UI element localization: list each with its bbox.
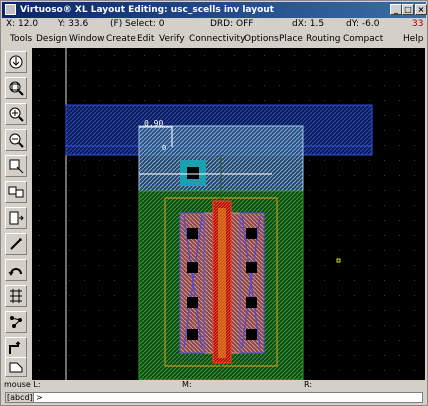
minimize-button[interactable]: _ (390, 4, 402, 15)
window-number: 33 (412, 19, 424, 29)
command-bar: [abcd] > (2, 391, 426, 405)
tool-palette (2, 47, 31, 379)
mouse-bindings-bar: mouse L: M: R: (2, 380, 426, 390)
hierarchy-icon[interactable] (5, 311, 27, 333)
menu-routing[interactable]: Routing (306, 34, 341, 44)
maximize-button[interactable]: □ (402, 4, 414, 15)
menu-window[interactable]: Window (69, 34, 105, 44)
status-bar: X: 12.0 Y: 33.6 (F) Select: 0 DRD: OFF d… (2, 18, 426, 32)
mouse-right-label: R: (304, 380, 313, 389)
status-dy: dY: -6.0 (346, 19, 380, 29)
menu-create[interactable]: Create (106, 34, 136, 44)
layout-canvas[interactable]: 0.90 0 (32, 48, 425, 380)
mouse-middle-label: M: (182, 380, 192, 389)
contact (246, 329, 257, 340)
polygon-icon[interactable] (5, 357, 27, 377)
contact (246, 262, 257, 273)
menu-verify[interactable]: Verify (159, 34, 185, 44)
status-x: X: 12.0 (6, 19, 39, 29)
command-label: [abcd] (5, 392, 35, 403)
status-dx: dX: 1.5 (292, 19, 325, 29)
menu-place[interactable]: Place (279, 34, 303, 44)
mouse-left-label: mouse L: (4, 380, 41, 389)
zoom-fit-icon[interactable] (5, 77, 27, 99)
menu-edit[interactable]: Edit (137, 34, 154, 44)
title-bar: Virtuoso® XL Layout Editing: usc_scells … (2, 2, 427, 18)
contact (246, 228, 257, 239)
copy-icon[interactable] (5, 181, 27, 203)
move-icon[interactable] (5, 207, 27, 229)
app-icon[interactable] (5, 4, 16, 15)
close-button[interactable]: × (415, 4, 427, 15)
layout-window: Virtuoso® XL Layout Editing: usc_scells … (0, 0, 428, 406)
contact (187, 228, 198, 239)
command-input[interactable]: > (33, 392, 423, 403)
menu-design[interactable]: Design (36, 34, 67, 44)
zoom-in-icon[interactable] (5, 103, 27, 125)
undo-icon[interactable] (5, 259, 27, 281)
menu-connectivity[interactable]: Connectivity (189, 34, 245, 44)
status-drd: DRD: OFF (210, 19, 254, 29)
window-title: Virtuoso® XL Layout Editing: usc_scells … (20, 5, 274, 15)
stretch-icon[interactable] (5, 155, 27, 177)
layout-drawing: 0.90 0 (32, 48, 425, 380)
contact (187, 297, 198, 308)
ruler-label: 0.90 (144, 119, 163, 128)
zoom-out-icon[interactable] (5, 129, 27, 151)
contact (246, 297, 257, 308)
save-icon[interactable] (5, 51, 27, 73)
menu-bar: Tools Design Window Create Edit Verify C… (2, 33, 426, 47)
menu-options[interactable]: Options (244, 34, 279, 44)
menu-help[interactable]: Help (403, 34, 424, 44)
ruler-zero: 0 (162, 144, 166, 152)
delete-icon[interactable] (5, 233, 27, 255)
poly-core (218, 208, 226, 358)
path-icon[interactable] (5, 337, 27, 359)
contact (187, 329, 198, 340)
contact (187, 262, 198, 273)
menu-compact[interactable]: Compact (343, 34, 383, 44)
well-tap-contact (187, 167, 199, 179)
status-select: (F) Select: 0 (110, 19, 165, 29)
properties-icon[interactable] (5, 285, 27, 307)
menu-tools[interactable]: Tools (10, 34, 32, 44)
status-y: Y: 33.6 (58, 19, 89, 29)
